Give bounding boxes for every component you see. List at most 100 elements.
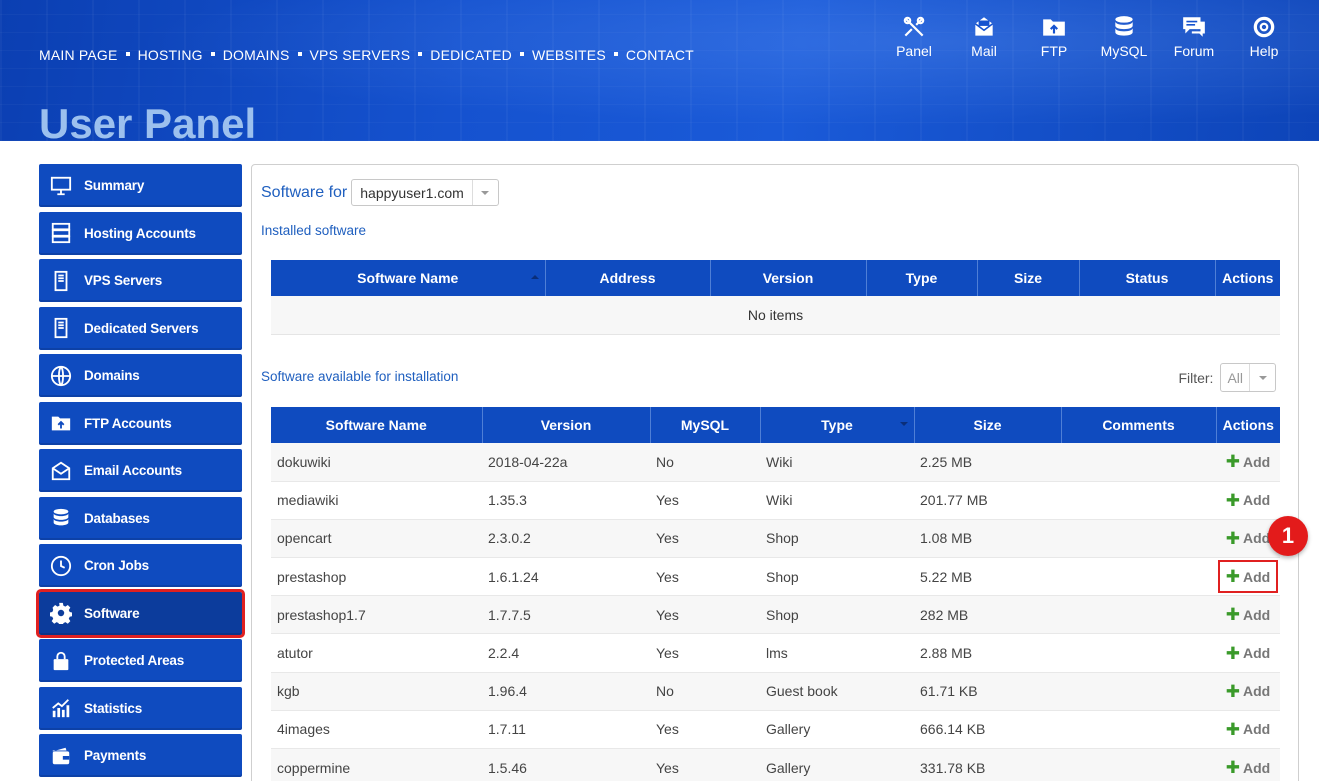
add-button[interactable]: ✚ Add	[1226, 721, 1270, 738]
forum-chat-icon	[1183, 17, 1205, 37]
monitor-icon	[49, 174, 73, 198]
sidebar-item-protected-areas[interactable]: Protected Areas	[39, 639, 242, 682]
column-header[interactable]: Type	[866, 260, 978, 296]
cell-version: 1.35.3	[482, 481, 650, 520]
cell-mysql: No	[650, 443, 760, 482]
quick-nav-mysql[interactable]: MySQL	[1089, 14, 1159, 59]
nav-vps-servers[interactable]: VPS SERVERS	[310, 47, 411, 63]
cell-comments	[1061, 672, 1216, 711]
server-tower-icon	[49, 316, 73, 340]
nav-hosting[interactable]: HOSTING	[138, 47, 203, 63]
column-header[interactable]: Version	[710, 260, 867, 296]
type-filter: Filter: All	[1178, 363, 1276, 392]
add-button-highlighted[interactable]: ✚ Add	[1217, 560, 1279, 594]
cell-version: 1.7.11	[482, 710, 650, 750]
sidebar-item-hosting-accounts[interactable]: Hosting Accounts	[39, 211, 242, 255]
plus-icon: ✚	[1225, 681, 1241, 701]
sidebar-item-payments[interactable]: Payments	[39, 734, 242, 777]
cell-comments	[1061, 710, 1216, 750]
cell-size: 201.77 MB	[914, 481, 1061, 520]
column-header[interactable]: Software Name	[271, 407, 483, 443]
sidebar-item-label: Hosting Accounts	[84, 225, 196, 241]
server-rack-icon	[49, 221, 73, 245]
add-button[interactable]: ✚ Add	[1226, 492, 1270, 509]
cell-name: dokuwiki	[271, 443, 482, 482]
plus-icon: ✚	[1225, 719, 1241, 739]
sidebar-item-label: Summary	[84, 178, 145, 193]
cell-comments	[1061, 595, 1216, 635]
sidebar-item-label: Payments	[84, 748, 147, 763]
quick-nav-ftp[interactable]: FTP	[1019, 14, 1089, 59]
cell-type: Gallery	[760, 710, 914, 750]
nav-domains[interactable]: DOMAINS	[223, 47, 290, 63]
cell-comments	[1061, 481, 1216, 520]
chevron-down-icon	[471, 180, 498, 205]
domain-select-value: happyuser1.com	[360, 184, 464, 201]
sidebar-item-label: Domains	[84, 368, 140, 383]
cell-size: 2.88 MB	[914, 633, 1061, 673]
database-icon	[1115, 16, 1133, 36]
sidebar-item-cron-jobs[interactable]: Cron Jobs	[39, 544, 242, 587]
nav-websites[interactable]: WEBSITES	[532, 47, 606, 63]
filter-select[interactable]: All	[1220, 363, 1276, 392]
quick-nav-label: Forum	[1173, 43, 1215, 59]
cell-actions: ✚ Add	[1216, 748, 1280, 781]
cell-size: 1.08 MB	[914, 519, 1061, 559]
cell-size: 5.22 MB	[914, 557, 1061, 597]
column-header[interactable]: Comments	[1061, 407, 1217, 443]
sort-down-icon	[899, 422, 908, 426]
installed-software-label: Installed software	[261, 223, 367, 238]
sidebar-item-domains[interactable]: Domains	[39, 354, 242, 397]
add-button[interactable]: ✚ Add	[1226, 453, 1270, 470]
column-header[interactable]: Size	[977, 260, 1080, 296]
cell-version: 2.3.0.2	[482, 519, 650, 559]
sidebar-item-dedicated-servers[interactable]: Dedicated Servers	[39, 306, 242, 350]
sidebar-item-vps-servers[interactable]: VPS Servers	[39, 259, 242, 302]
column-header[interactable]: Type	[760, 407, 915, 443]
quick-nav-help[interactable]: Help	[1229, 14, 1299, 59]
cell-actions: ✚ Add	[1216, 443, 1280, 482]
sidebar-item-databases[interactable]: Databases	[39, 496, 242, 540]
quick-nav-forum[interactable]: Forum	[1159, 14, 1229, 59]
cell-type: Gallery	[760, 748, 914, 781]
sidebar-item-label: Software	[84, 605, 140, 621]
plus-icon: ✚	[1225, 643, 1241, 663]
sidebar-item-ftp-accounts[interactable]: FTP Accounts	[39, 401, 242, 445]
add-button[interactable]: ✚ Add	[1226, 645, 1270, 662]
add-button[interactable]: ✚ Add	[1226, 530, 1270, 547]
nav-contact[interactable]: CONTACT	[626, 47, 694, 63]
plus-icon: ✚	[1225, 452, 1241, 472]
cell-name: kgb	[271, 672, 482, 711]
software-for-label: Software for	[261, 183, 348, 201]
quick-nav-panel[interactable]: Panel	[879, 14, 949, 59]
table-row: prestashop 1.6.1.24 Yes Shop 5.22 MB ✚ Ad…	[271, 557, 1280, 597]
cell-actions: ✚ Add	[1216, 557, 1280, 597]
table-row: mediawiki 1.35.3 Yes Wiki 201.77 MB ✚ Add	[271, 481, 1280, 520]
column-header[interactable]: Size	[914, 407, 1062, 443]
cell-name: prestashop1.7	[271, 595, 482, 635]
add-button[interactable]: ✚ Add	[1226, 759, 1270, 776]
cell-mysql: Yes	[650, 557, 760, 597]
sidebar-item-statistics[interactable]: Statistics	[39, 686, 242, 730]
plus-icon: ✚	[1225, 605, 1241, 625]
sidebar-item-label: Protected Areas	[84, 653, 185, 668]
cell-mysql: Yes	[650, 748, 760, 781]
column-header[interactable]: Software Name	[271, 260, 546, 296]
cell-size: 331.78 KB	[914, 748, 1061, 781]
cell-mysql: Yes	[650, 481, 760, 520]
nav-main-page[interactable]: MAIN PAGE	[39, 47, 118, 63]
domain-select[interactable]: happyuser1.com	[351, 179, 499, 206]
column-header[interactable]: MySQL	[650, 407, 761, 443]
sidebar-item-summary[interactable]: Summary	[39, 164, 242, 207]
sidebar-item-email-accounts[interactable]: Email Accounts	[39, 449, 242, 492]
nav-dedicated[interactable]: DEDICATED	[430, 47, 512, 63]
cell-name: atutor	[271, 633, 482, 673]
column-header[interactable]: Version	[482, 407, 651, 443]
cell-name: 4images	[271, 710, 482, 750]
add-button[interactable]: ✚ Add	[1226, 683, 1270, 700]
column-header[interactable]: Status	[1079, 260, 1216, 296]
add-button[interactable]: ✚ Add	[1226, 606, 1270, 623]
column-header[interactable]: Address	[545, 260, 711, 296]
quick-nav-mail[interactable]: Mail	[949, 14, 1019, 59]
sidebar-item-software[interactable]: Software	[36, 588, 245, 638]
